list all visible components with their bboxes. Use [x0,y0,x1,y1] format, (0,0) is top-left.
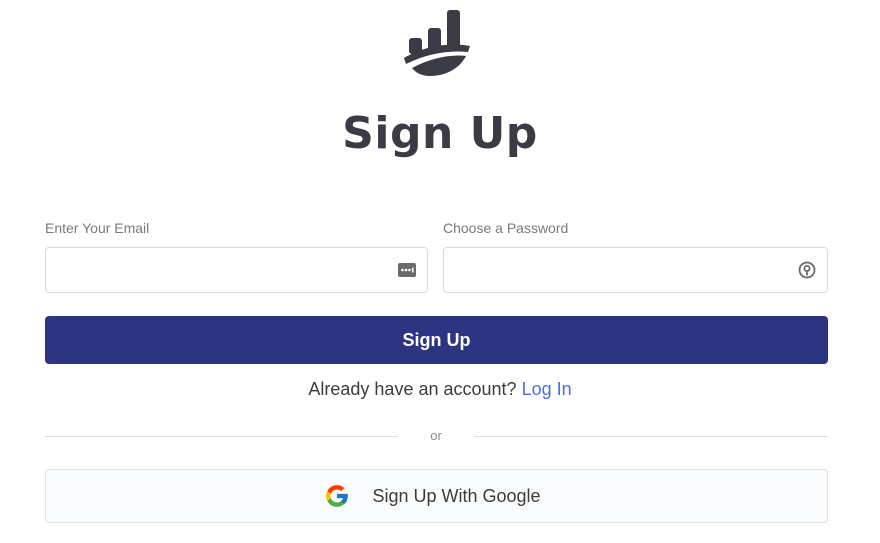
password-input[interactable] [444,248,798,292]
google-signup-button[interactable]: Sign Up With Google [45,469,828,523]
logo-icon [404,10,470,76]
sign-up-button[interactable]: Sign Up [45,316,828,364]
login-prompt-row: Already have an account? Log In [0,379,880,400]
login-prompt-text: Already have an account? [308,379,517,399]
login-link[interactable]: Log In [522,379,572,399]
google-icon [326,485,349,507]
password-manager-icon[interactable] [797,260,817,280]
email-field[interactable] [45,247,428,293]
password-label: Choose a Password [443,220,569,236]
google-signup-label: Sign Up With Google [372,485,541,506]
autofill-card-icon[interactable] [397,260,417,280]
divider-line-right [474,436,828,437]
email-label: Enter Your Email [45,220,150,236]
email-input[interactable] [46,248,400,292]
page-title: Sign Up [342,108,538,159]
password-field[interactable] [443,247,828,293]
signup-page: Sign Up Enter Your Email Choose a Passwo… [0,0,880,543]
